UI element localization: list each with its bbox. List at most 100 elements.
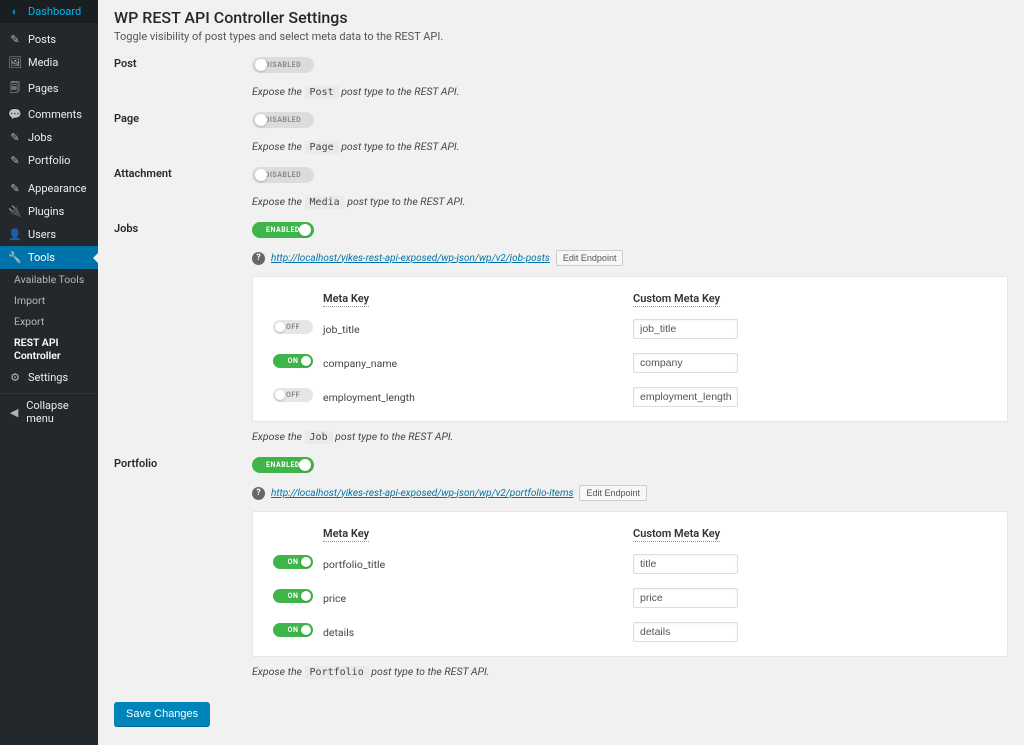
toggle-label: ON <box>288 592 299 600</box>
meta-key: company_name <box>323 357 397 370</box>
custom-key-input[interactable] <box>633 622 738 642</box>
section-label: Post <box>114 57 252 70</box>
section-label: Jobs <box>114 222 252 235</box>
col-custom-key: Custom Meta Key <box>633 292 720 307</box>
section-post: PostDISABLEDExpose the Post post type to… <box>114 57 1008 98</box>
sidebar-item-media[interactable]: 🖼Media <box>0 51 98 74</box>
toggle-label: ON <box>288 626 299 634</box>
post-type-toggle[interactable]: DISABLED <box>252 167 314 183</box>
sidebar-item-dashboard[interactable]: ◐Dashboard <box>0 0 98 23</box>
toggle-knob <box>301 625 311 635</box>
post-type-code: Page <box>305 141 339 154</box>
col-meta-key: Meta Key <box>323 292 369 307</box>
endpoint-link[interactable]: http://localhost/yikes-rest-api-exposed/… <box>271 253 550 264</box>
sidebar-label: Tools <box>28 251 55 264</box>
custom-key-input[interactable] <box>633 387 738 407</box>
help-icon[interactable]: ? <box>252 487 265 500</box>
sidebar-item-jobs[interactable]: ✎Jobs <box>0 126 98 149</box>
post-type-toggle[interactable]: DISABLED <box>252 57 314 73</box>
expose-text: Expose the Page post type to the REST AP… <box>252 140 1008 153</box>
section-label: Page <box>114 112 252 125</box>
sidebar-item-users[interactable]: 👤Users <box>0 223 98 246</box>
post-type-toggle[interactable]: DISABLED <box>252 112 314 128</box>
toggle-label: DISABLED <box>265 171 301 179</box>
meta-key: details <box>323 626 354 639</box>
meta-toggle[interactable]: ON <box>273 354 313 368</box>
post-type-toggle[interactable]: ENABLED <box>252 222 314 238</box>
sidebar-item-settings[interactable]: ⚙Settings <box>0 366 98 389</box>
sidebar-sub-import[interactable]: Import <box>0 290 98 311</box>
section-body: DISABLEDExpose the Media post type to th… <box>252 167 1008 208</box>
menu-icon: 💬 <box>8 108 22 121</box>
sidebar-item-comments[interactable]: 💬Comments <box>0 103 98 126</box>
col-meta-key: Meta Key <box>323 527 369 542</box>
sidebar-item-pages[interactable]: 🗐Pages <box>0 74 98 103</box>
menu-icon: ✎ <box>8 33 22 46</box>
meta-table: Meta KeyCustom Meta KeyONportfolio_title… <box>252 511 1008 657</box>
collapse-label: Collapse menu <box>26 399 90 425</box>
menu-icon: ◐ <box>8 5 22 18</box>
collapse-icon: ◀ <box>8 406 20 419</box>
toggle-label: OFF <box>286 323 300 331</box>
meta-row: OFFjob_title <box>273 319 987 339</box>
sidebar-label: Settings <box>28 371 68 384</box>
sidebar-sub-export[interactable]: Export <box>0 311 98 332</box>
page-title: WP REST API Controller Settings <box>114 8 1008 27</box>
sidebar-label: Pages <box>28 82 59 95</box>
sidebar-sub-rest-api-controller[interactable]: REST API Controller <box>0 332 98 366</box>
meta-toggle[interactable]: ON <box>273 555 313 569</box>
expose-text: Expose the Post post type to the REST AP… <box>252 85 1008 98</box>
toggle-knob <box>275 322 285 332</box>
meta-row: ON company_name <box>273 353 987 373</box>
sidebar-label: Jobs <box>28 131 52 144</box>
edit-endpoint-button[interactable]: Edit Endpoint <box>579 485 647 501</box>
meta-toggle[interactable]: OFF <box>273 388 313 402</box>
toggle-knob <box>299 224 311 236</box>
section-label: Portfolio <box>114 457 252 470</box>
sidebar-label: Plugins <box>28 205 64 218</box>
help-icon[interactable]: ? <box>252 252 265 265</box>
edit-endpoint-button[interactable]: Edit Endpoint <box>556 250 624 266</box>
sidebar-item-portfolio[interactable]: ✎Portfolio <box>0 149 98 172</box>
post-type-code: Post <box>305 86 339 99</box>
menu-icon: 🔌 <box>8 205 22 218</box>
meta-toggle[interactable]: ON <box>273 589 313 603</box>
toggle-label: ENABLED <box>266 461 300 469</box>
toggle-knob <box>299 459 311 471</box>
sidebar-item-posts[interactable]: ✎Posts <box>0 28 98 51</box>
toggle-knob <box>255 169 267 181</box>
main-content: WP REST API Controller Settings Toggle v… <box>98 0 1024 745</box>
sidebar-sub-available-tools[interactable]: Available Tools <box>0 269 98 290</box>
meta-toggle[interactable]: ON <box>273 623 313 637</box>
meta-table: Meta Key Custom Meta Key OFFjob_title ON com… <box>252 276 1008 422</box>
save-changes-button[interactable]: Save Changes <box>114 702 210 726</box>
toggle-knob <box>301 557 311 567</box>
section-label: Attachment <box>114 167 252 180</box>
post-type-toggle[interactable]: ENABLED <box>252 457 314 473</box>
section-body: ENABLED? http://localhost/yikes-rest-api-… <box>252 457 1008 678</box>
page-description: Toggle visibility of post types and sele… <box>114 30 1008 43</box>
sidebar-label: Users <box>28 228 56 241</box>
sidebar-item-plugins[interactable]: 🔌 Plugins <box>0 200 98 223</box>
toggle-label: OFF <box>286 391 300 399</box>
endpoint-row: ? http://localhost/yikes-rest-api-exposed… <box>252 485 1008 501</box>
section-page: PageDISABLEDExpose the Page post type to… <box>114 112 1008 153</box>
endpoint-link[interactable]: http://localhost/yikes-rest-api-exposed/… <box>271 488 573 499</box>
sidebar-item-tools[interactable]: 🔧Tools <box>0 246 98 269</box>
custom-key-input[interactable] <box>633 319 738 339</box>
sidebar-item-appearance[interactable]: ✎Appearance <box>0 177 98 200</box>
meta-toggle[interactable]: OFF <box>273 320 313 334</box>
section-body: DISABLED Expose the Post post type to the… <box>252 57 1008 98</box>
col-custom-key: Custom Meta Key <box>633 527 720 542</box>
collapse-menu[interactable]: ◀ Collapse menu <box>0 393 98 430</box>
section-attachment: AttachmentDISABLEDExpose the Media post … <box>114 167 1008 208</box>
custom-key-input[interactable] <box>633 554 738 574</box>
custom-key-input[interactable] <box>633 353 738 373</box>
post-type-code: Media <box>305 196 345 209</box>
toggle-knob <box>301 591 311 601</box>
admin-sidebar: ◐Dashboard✎Posts🖼Media🗐Pages💬Comments✎Jo… <box>0 0 98 745</box>
custom-key-input[interactable] <box>633 588 738 608</box>
meta-row: OFFemployment_length <box>273 387 987 407</box>
toggle-label: ON <box>288 558 299 566</box>
toggle-knob <box>255 59 267 71</box>
